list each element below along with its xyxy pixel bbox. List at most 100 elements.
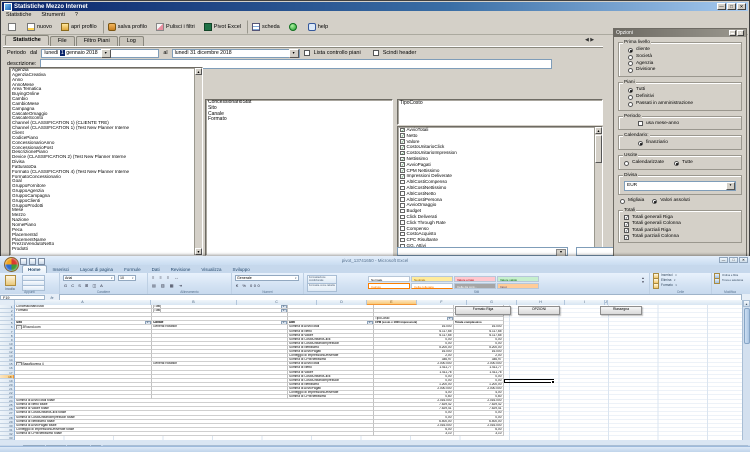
toolbar-button[interactable]: scheda [247,20,283,34]
radio-icon[interactable] [652,199,657,204]
ribbon-tab[interactable]: Formule [119,266,146,273]
selected-field-item[interactable]: Formato [206,117,392,123]
align-bottom-buttons[interactable]: ▤ ▥ ▦ ⇥ [152,283,184,288]
scale-option[interactable]: Valori assoluti [652,198,690,205]
gallery-arrows[interactable]: ▲▼ [642,276,646,284]
form-tab[interactable]: Log [119,36,144,46]
close-button[interactable]: ✕ [739,257,748,263]
cells-button[interactable]: Formato ▼ [653,283,709,288]
measure-checkbox[interactable] [400,186,405,191]
radio-icon[interactable] [628,102,633,107]
panel-close-button[interactable]: ✕ [737,30,744,36]
ribbon-tab[interactable]: Visualizza [196,266,226,273]
scroll-thumb[interactable] [744,308,750,344]
close-button[interactable]: ✕ [737,3,746,10]
cell-style-chip[interactable]: Valore valido [497,276,539,282]
toolbar-button[interactable] [5,20,21,34]
scroll-down-icon[interactable]: ▼ [195,248,202,255]
minimize-button[interactable]: — [719,257,728,263]
redo-icon[interactable] [38,258,45,265]
sheet-grid[interactable]: ConcessionarioStat (Tutti)▼ Formato (Tut… [15,305,742,440]
column-field-item[interactable]: TipoCosto [398,100,602,106]
radio-icon[interactable] [628,48,633,53]
pivot-total-row[interactable]: Somma di CPMNettissimo totale 3,10 3,10 [15,432,742,436]
scroll-up-icon[interactable]: ▲ [195,68,202,75]
total-option[interactable]: Totali parziali Colonna [622,234,738,240]
cell-style-chip[interactable]: Celle da cont... [454,283,496,289]
measures-scrollbar[interactable]: ▲ ▼ [594,127,602,255]
ribbon-tab[interactable]: Revisione [166,266,196,273]
chevron-down-icon[interactable]: ▼ [101,49,111,58]
radio-option[interactable]: Definitivi [622,94,738,101]
measure-checkbox[interactable] [400,197,405,202]
scroll-up-icon[interactable]: ▲ [595,127,602,134]
radio-option[interactable]: cliente [622,47,738,54]
radio-option[interactable]: Società [622,54,738,61]
cell-style-chip[interactable]: Cella collegata [411,283,453,289]
radio-option[interactable]: Calendarizzate [622,160,664,167]
checkbox-icon[interactable] [638,121,643,126]
number-buttons[interactable]: € % 000 [236,283,261,288]
form-tab[interactable]: File [50,36,75,46]
checkbox-icon[interactable] [624,215,629,220]
cell-style-chip[interactable]: Normale [368,276,410,282]
office-button[interactable] [4,257,19,272]
vertical-scrollbar[interactable]: ▲ [742,300,750,440]
measure-checkbox[interactable] [400,232,405,237]
font-name-combo[interactable]: Arial▼ [63,275,115,281]
measure-checkbox[interactable] [400,238,405,243]
ribbon-tab[interactable]: Home [22,265,47,273]
toolbar-button[interactable]: apri profilo [58,20,100,34]
opzioni-button[interactable]: OPZIONI [518,306,560,315]
cell-style-chip[interactable]: Valore errato [454,276,496,282]
scroll-up-icon[interactable]: ▲ [743,300,750,307]
measure-checkbox[interactable] [400,162,405,167]
radio-icon[interactable] [674,161,679,166]
measure-checkbox[interactable] [400,168,405,173]
undo-icon[interactable] [29,258,36,265]
date-from-picker[interactable]: lunedì 1 gennaio 2018 ▼ [41,49,159,58]
measure-checkbox[interactable] [400,226,405,231]
measure-checkbox[interactable] [400,157,405,162]
measure-checkbox[interactable] [400,180,405,185]
measure-checkbox[interactable] [400,151,405,156]
menu-item[interactable]: ? [75,12,78,18]
radio-option[interactable]: Divisione [622,67,738,74]
name-box[interactable]: F19 [0,295,45,300]
divisa-combo[interactable]: EUR ▼ [624,181,736,191]
menu-item[interactable]: Strumenti [41,12,65,18]
radio-icon[interactable] [620,199,625,204]
form-tab[interactable]: Filtro Piani [76,36,118,46]
radio-icon[interactable] [628,95,633,100]
measure-checkbox[interactable] [400,145,405,150]
cell-style-chip[interactable]: Neutrale [411,276,453,282]
measure-checkbox[interactable] [400,191,405,196]
toolbar-button[interactable]: salva profilo [103,20,150,34]
scindi-header-checkbox[interactable] [373,50,379,56]
field-item[interactable]: Prodotti [10,247,194,252]
radio-icon[interactable] [638,141,643,146]
checkbox-icon[interactable] [624,222,629,227]
cell-style-chip[interactable]: Calcolo [368,283,410,289]
riassegna-button[interactable]: Riassegna [600,306,642,315]
toolbar-button[interactable]: nuovo [24,20,55,34]
fields-scrollbar[interactable]: ▲ ▼ [194,68,202,255]
tab-scroll-arrows[interactable]: ◀ ▶ [585,37,594,43]
toolbar-button[interactable]: Pulisci i filtri [153,20,198,34]
font-size-combo[interactable]: 10▼ [118,275,136,281]
measure-checkbox[interactable] [400,203,405,208]
lista-controllo-checkbox[interactable] [304,50,310,56]
date-to-picker[interactable]: lunedì 31 dicembre 2018 ▼ [172,49,300,58]
font-style-buttons[interactable]: G C S ⊞ ◫ A [64,283,104,288]
radio-icon[interactable] [628,68,633,73]
radio-option[interactable]: Passati in amministrazione [622,101,738,108]
selected-cell[interactable] [504,379,554,384]
maximize-button[interactable]: □ [727,3,736,10]
align-top-buttons[interactable]: ≡ ≡ ≡ ↔ [152,275,180,280]
panel-pin-button[interactable]: ▬ [729,30,736,36]
measure-checkbox[interactable] [400,139,405,144]
radio-icon[interactable] [628,88,633,93]
measure-checkbox[interactable] [400,220,405,225]
cell-style-chip[interactable]: Input [497,283,539,289]
bottom-combo[interactable]: ▼ [397,247,568,256]
